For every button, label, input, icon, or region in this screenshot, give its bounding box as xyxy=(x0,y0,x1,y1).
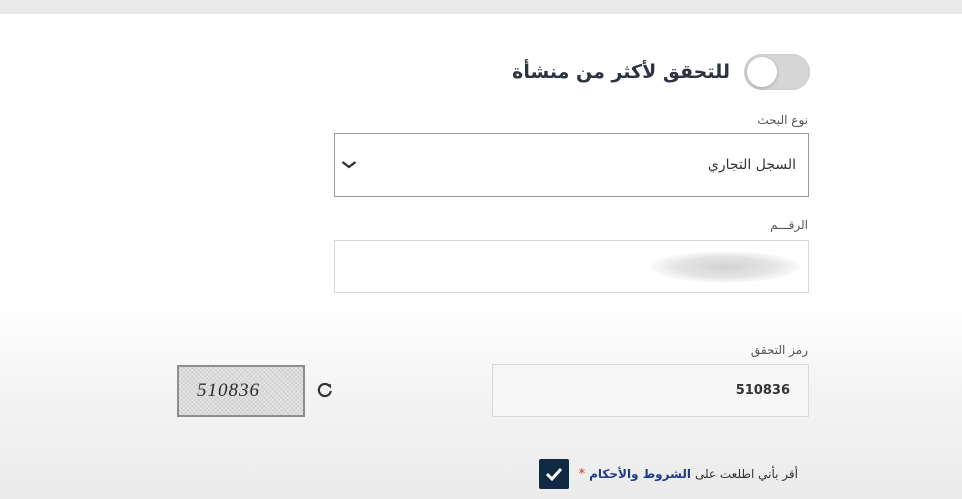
check-icon xyxy=(545,467,562,481)
chevron-down-icon xyxy=(341,158,357,173)
verify-multiple-toggle[interactable] xyxy=(744,54,810,90)
terms-text: أقر بأني اطلعت على الشروط والأحكام * xyxy=(579,467,798,482)
search-type-select[interactable]: السجل التجاري xyxy=(334,133,809,197)
top-bar xyxy=(0,0,962,14)
terms-row: أقر بأني اطلعت على الشروط والأحكام * xyxy=(538,459,798,489)
redacted-value xyxy=(650,251,800,283)
terms-checkbox[interactable] xyxy=(538,459,569,489)
verify-multiple-label: للتحقق لأكثر من منشأة xyxy=(512,61,730,83)
terms-link[interactable]: الشروط والأحكام xyxy=(589,467,691,481)
refresh-icon[interactable] xyxy=(316,381,334,399)
captcha-input-value: 510836 xyxy=(735,383,790,398)
captcha-input[interactable]: 510836 xyxy=(492,364,809,417)
captcha-image-text: 510836 xyxy=(197,380,260,401)
captcha-image: 510836 xyxy=(177,365,305,417)
number-label: الرقـــم xyxy=(770,218,808,232)
search-type-value: السجل التجاري xyxy=(707,157,796,173)
number-input[interactable] xyxy=(334,240,809,293)
terms-prefix: أقر بأني اطلعت على xyxy=(694,467,798,481)
verify-multiple-row: للتحقق لأكثر من منشأة xyxy=(512,53,810,91)
required-mark: * xyxy=(578,466,586,482)
toggle-knob xyxy=(747,57,777,87)
search-type-label: نوع البحث xyxy=(757,113,808,127)
captcha-label: رمز التحقق xyxy=(750,343,808,357)
